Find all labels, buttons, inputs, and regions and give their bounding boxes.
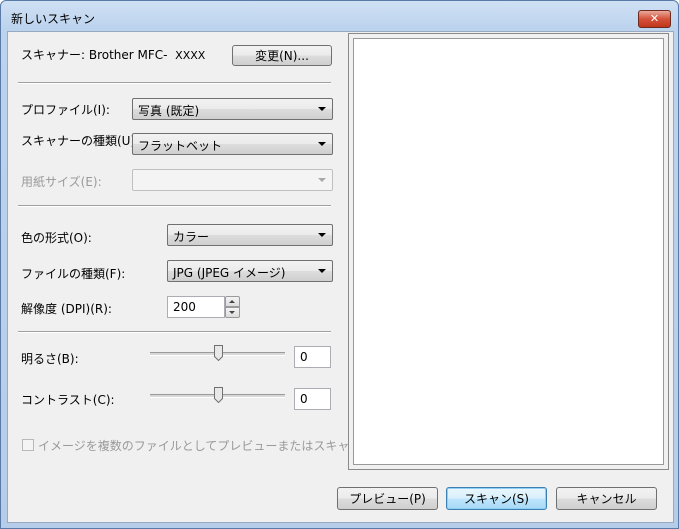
resolution-spinner[interactable] xyxy=(225,296,240,318)
chevron-down-icon xyxy=(318,142,326,146)
chevron-down-icon xyxy=(318,107,326,111)
close-button[interactable]: ✕ xyxy=(638,10,671,28)
profile-value: 写真 (既定) xyxy=(138,104,200,118)
scan-button[interactable]: スキャン(S) xyxy=(446,487,547,510)
color-format-label: 色の形式(O): xyxy=(21,231,92,245)
spin-down-icon[interactable] xyxy=(225,307,240,318)
profile-dropdown[interactable]: 写真 (既定) xyxy=(132,98,333,120)
new-scan-window: 新しいスキャン ✕ スキャナー: Brother MFC- XXXX 変更(N)… xyxy=(0,0,679,529)
contrast-label: コントラスト(C): xyxy=(21,393,115,407)
preview-canvas[interactable] xyxy=(353,38,664,465)
contrast-value: 0 xyxy=(300,392,308,406)
file-type-label: ファイルの種類(F): xyxy=(21,267,126,281)
separator xyxy=(18,205,331,207)
source-value: フラットベット xyxy=(138,139,223,153)
scanner-label: スキャナー: Brother MFC- XXXX xyxy=(21,46,205,63)
paper-size-label: 用紙サイズ(E): xyxy=(21,175,102,189)
file-type-value: JPG (JPEG イメージ) xyxy=(173,266,286,280)
window-title: 新しいスキャン xyxy=(11,12,96,26)
brightness-slider-thumb[interactable] xyxy=(214,345,223,361)
contrast-slider-thumb[interactable] xyxy=(214,387,223,403)
separator xyxy=(18,82,331,84)
chevron-down-icon xyxy=(318,269,326,273)
color-format-value: カラー xyxy=(173,230,210,244)
file-type-dropdown[interactable]: JPG (JPEG イメージ) xyxy=(167,260,333,282)
spin-up-icon[interactable] xyxy=(225,296,240,307)
change-scanner-button[interactable]: 変更(N)... xyxy=(232,45,332,66)
resolution-label: 解像度 (DPI)(R): xyxy=(21,302,112,316)
dialog-body: スキャナー: Brother MFC- XXXX 変更(N)... プロファイル… xyxy=(7,31,674,523)
separator xyxy=(18,331,331,333)
chevron-down-icon xyxy=(318,233,326,237)
brightness-label: 明るさ(B): xyxy=(21,352,79,366)
source-dropdown[interactable]: フラットベット xyxy=(132,133,333,155)
cancel-button[interactable]: キャンセル xyxy=(556,487,657,510)
scanner-model: XXXX xyxy=(175,49,206,62)
color-format-dropdown[interactable]: カラー xyxy=(167,224,333,246)
multi-file-checkbox xyxy=(22,439,34,451)
resolution-input[interactable]: 200 xyxy=(167,296,225,318)
contrast-input[interactable]: 0 xyxy=(294,388,331,410)
preview-button[interactable]: プレビュー(P) xyxy=(337,487,438,510)
paper-size-dropdown xyxy=(132,169,333,191)
scanner-label-text: スキャナー: Brother MFC- xyxy=(21,48,168,62)
resolution-value: 200 xyxy=(173,300,196,314)
chevron-down-icon xyxy=(318,178,326,182)
brightness-value: 0 xyxy=(300,350,308,364)
brightness-input[interactable]: 0 xyxy=(294,346,331,368)
preview-pane xyxy=(348,33,669,470)
title-bar[interactable]: 新しいスキャン ✕ xyxy=(1,1,678,31)
profile-label: プロファイル(I): xyxy=(21,103,110,117)
source-label: スキャナーの種類(U): xyxy=(21,134,140,148)
